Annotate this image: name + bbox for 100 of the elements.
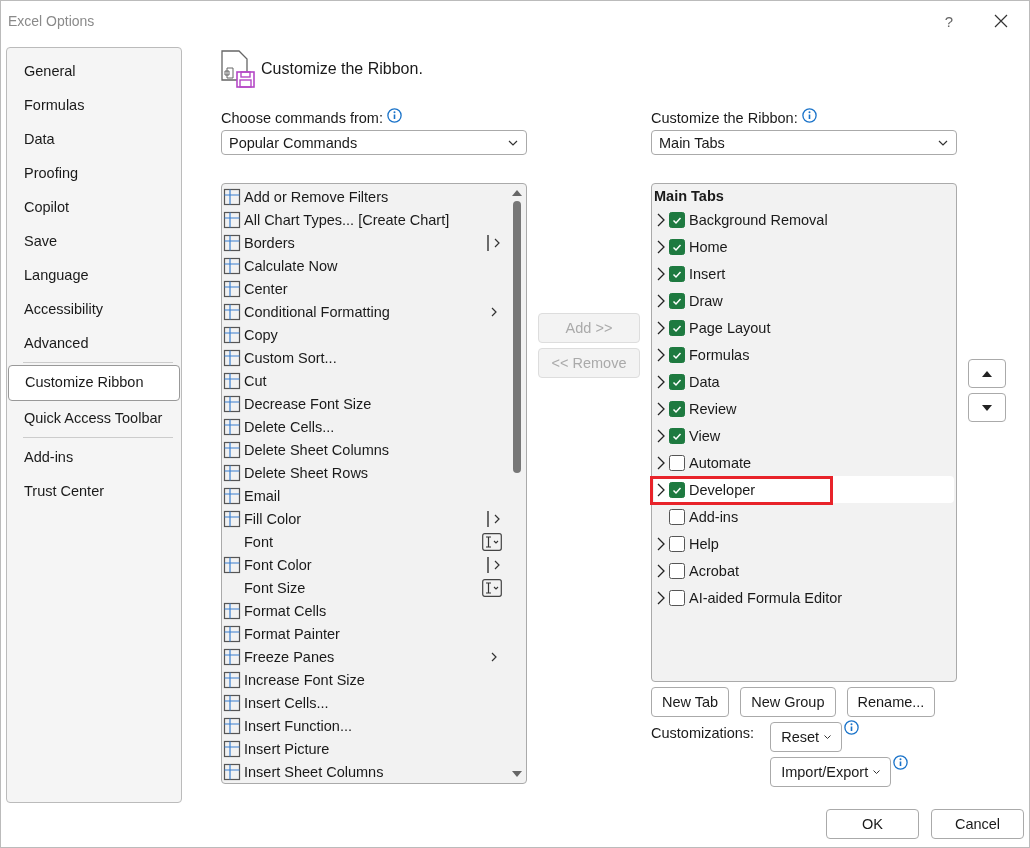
info-icon[interactable] xyxy=(801,108,817,123)
command-item[interactable]: Fill Color xyxy=(222,507,508,530)
command-item[interactable]: Conditional Formatting xyxy=(222,300,508,323)
command-item[interactable]: Center xyxy=(222,277,508,300)
ok-button[interactable]: OK xyxy=(826,809,919,839)
expand-icon[interactable] xyxy=(656,482,666,497)
sidebar-item[interactable]: Data xyxy=(8,122,180,156)
command-item[interactable]: Font Color xyxy=(222,553,508,576)
sidebar-item[interactable]: Accessibility xyxy=(8,292,180,326)
sidebar-item[interactable]: Formulas xyxy=(8,88,180,122)
import-export-button[interactable]: Import/Export xyxy=(770,757,892,787)
checkbox[interactable] xyxy=(669,427,685,444)
cancel-button[interactable]: Cancel xyxy=(931,809,1024,839)
expand-icon[interactable] xyxy=(656,401,666,416)
info-icon[interactable] xyxy=(893,755,909,770)
sidebar-item[interactable]: Proofing xyxy=(8,156,180,190)
tree-action-button[interactable]: New Tab xyxy=(651,687,730,717)
tabs-dropdown[interactable]: Main Tabs xyxy=(651,130,957,155)
move-up-button[interactable] xyxy=(968,359,1006,388)
command-item[interactable]: All Chart Types... [Create Chart] xyxy=(222,208,508,231)
command-item[interactable]: Font Size xyxy=(222,576,508,599)
tree-item[interactable]: Home xyxy=(654,233,954,260)
tree-item[interactable]: Automate xyxy=(654,449,954,476)
command-item[interactable]: Add or Remove Filters xyxy=(222,185,508,208)
checkbox[interactable] xyxy=(669,211,685,228)
sidebar-item[interactable]: Customize Ribbon xyxy=(8,365,180,401)
command-item[interactable]: Font xyxy=(222,530,508,553)
checkbox[interactable] xyxy=(669,265,685,282)
checkbox[interactable] xyxy=(669,562,685,579)
tree-item[interactable]: Add-ins xyxy=(654,503,954,530)
expand-icon[interactable] xyxy=(656,293,666,308)
checkbox[interactable] xyxy=(669,373,685,390)
expand-icon[interactable] xyxy=(656,563,666,578)
expand-icon[interactable] xyxy=(656,266,666,281)
tree-item[interactable]: View xyxy=(654,422,954,449)
command-item[interactable]: Delete Sheet Columns xyxy=(222,438,508,461)
info-icon[interactable] xyxy=(844,720,860,735)
command-item[interactable]: Calculate Now xyxy=(222,254,508,277)
expand-icon[interactable] xyxy=(656,455,666,470)
sidebar-item[interactable]: Advanced xyxy=(8,326,180,360)
tree-item[interactable]: Acrobat xyxy=(654,557,954,584)
command-item[interactable]: Copy xyxy=(222,323,508,346)
scrollbar-thumb[interactable] xyxy=(513,201,521,473)
expand-icon[interactable] xyxy=(656,536,666,551)
tree-action-button[interactable]: New Group xyxy=(740,687,836,717)
sidebar-item[interactable]: Save xyxy=(8,224,180,258)
tree-item[interactable]: Draw xyxy=(654,287,954,314)
checkbox[interactable] xyxy=(669,238,685,255)
command-item[interactable]: Borders xyxy=(222,231,508,254)
checkbox[interactable] xyxy=(669,589,685,606)
command-item[interactable]: Decrease Font Size xyxy=(222,392,508,415)
help-button[interactable]: ? xyxy=(923,3,975,39)
command-item[interactable]: Insert Cells... xyxy=(222,691,508,714)
command-item[interactable]: Insert Picture xyxy=(222,737,508,760)
checkbox[interactable] xyxy=(669,508,685,525)
command-item[interactable]: Increase Font Size xyxy=(222,668,508,691)
info-icon[interactable] xyxy=(387,108,402,123)
move-down-button[interactable] xyxy=(968,393,1006,422)
scroll-up-arrow-icon[interactable] xyxy=(512,189,522,197)
checkbox[interactable] xyxy=(669,481,685,498)
command-item[interactable]: Format Painter xyxy=(222,622,508,645)
checkbox[interactable] xyxy=(669,292,685,309)
tree-item[interactable]: AI-aided Formula Editor xyxy=(654,584,954,611)
expand-icon[interactable] xyxy=(656,212,666,227)
expand-icon[interactable] xyxy=(656,239,666,254)
tree-action-button[interactable]: Rename... xyxy=(846,687,936,717)
command-item[interactable]: Insert Function... xyxy=(222,714,508,737)
command-item[interactable]: Format Cells xyxy=(222,599,508,622)
expand-icon[interactable] xyxy=(656,428,666,443)
checkbox[interactable] xyxy=(669,346,685,363)
command-item[interactable]: Custom Sort... xyxy=(222,346,508,369)
command-item[interactable]: Cut xyxy=(222,369,508,392)
command-item[interactable]: Delete Sheet Rows xyxy=(222,461,508,484)
sidebar-item[interactable]: Add-ins xyxy=(8,440,180,474)
reset-button[interactable]: Reset xyxy=(770,722,843,752)
command-item[interactable]: Freeze Panes xyxy=(222,645,508,668)
expand-icon[interactable] xyxy=(656,347,666,362)
expand-icon[interactable] xyxy=(656,590,666,605)
tree-item[interactable]: Help xyxy=(654,530,954,557)
command-item[interactable]: Insert Sheet Columns xyxy=(222,760,508,783)
tree-item[interactable]: Data xyxy=(654,368,954,395)
scroll-down-arrow-icon[interactable] xyxy=(512,770,522,778)
expand-icon[interactable] xyxy=(656,320,666,335)
commands-dropdown[interactable]: Popular Commands xyxy=(221,130,527,155)
command-item[interactable]: Delete Cells... xyxy=(222,415,508,438)
sidebar-item[interactable]: Copilot xyxy=(8,190,180,224)
tree-item[interactable]: Insert xyxy=(654,260,954,287)
checkbox[interactable] xyxy=(669,535,685,552)
sidebar-item[interactable]: General xyxy=(8,54,180,88)
checkbox[interactable] xyxy=(669,400,685,417)
sidebar-item[interactable]: Language xyxy=(8,258,180,292)
tree-item[interactable]: Review xyxy=(654,395,954,422)
tree-item[interactable]: Page Layout xyxy=(654,314,954,341)
command-item[interactable]: Email xyxy=(222,484,508,507)
tree-item[interactable]: Formulas xyxy=(654,341,954,368)
checkbox[interactable] xyxy=(669,454,685,471)
expand-icon[interactable] xyxy=(656,374,666,389)
sidebar-item[interactable]: Quick Access Toolbar xyxy=(8,401,180,435)
tree-item[interactable]: Background Removal xyxy=(654,206,954,233)
checkbox[interactable] xyxy=(669,319,685,336)
